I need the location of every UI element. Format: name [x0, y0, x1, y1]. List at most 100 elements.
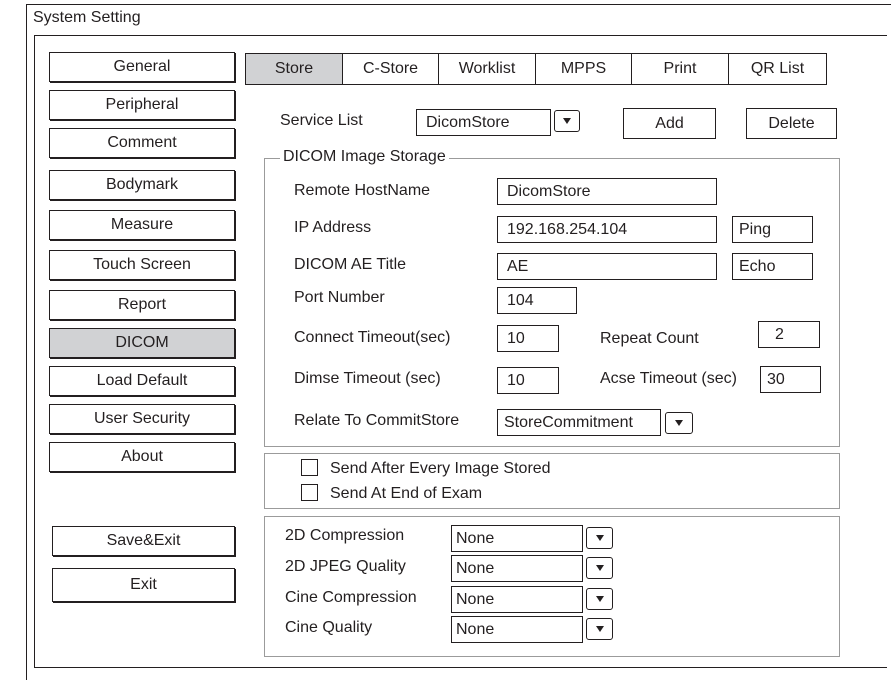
service-list-dropdown-button[interactable]: [554, 110, 580, 132]
relate-commitstore-dropdown-button[interactable]: [665, 412, 693, 434]
send-at-end-of-exam-label: Send At End of Exam: [330, 485, 483, 502]
sidebar-item-about[interactable]: About: [49, 442, 235, 472]
tab-label: Store: [274, 60, 314, 77]
chevron-down-icon: [595, 535, 604, 541]
save-exit-button[interactable]: Save&Exit: [52, 526, 235, 556]
tab-mpps[interactable]: MPPS: [535, 53, 632, 85]
compression-2d-dropdown-button[interactable]: [586, 527, 613, 549]
service-list-select[interactable]: DicomStore: [416, 109, 551, 136]
ip-address-field[interactable]: 192.168.254.104: [497, 216, 717, 243]
tab-print[interactable]: Print: [631, 53, 729, 85]
sidebar-item-label: Peripheral: [105, 96, 179, 113]
repeat-count-field[interactable]: 2: [758, 321, 820, 348]
chevron-down-icon: [675, 420, 683, 426]
dimse-timeout-field[interactable]: 10: [497, 367, 559, 394]
chevron-down-icon: [595, 565, 604, 571]
cine-compression-select[interactable]: None: [451, 586, 583, 613]
sidebar-item-label: Load Default: [96, 372, 188, 389]
window-title: System Setting: [33, 9, 141, 26]
save-exit-label: Save&Exit: [106, 532, 181, 549]
jpeg-quality-2d-dropdown-button[interactable]: [586, 557, 613, 579]
sidebar-item-general[interactable]: General: [49, 52, 235, 82]
tab-store[interactable]: Store: [245, 53, 343, 85]
cine-quality-select[interactable]: None: [451, 616, 583, 643]
jpeg-quality-2d-label: 2D JPEG Quality: [285, 558, 406, 575]
dicom-ae-title-field[interactable]: AE: [497, 253, 717, 280]
dicom-image-storage-title: DICOM Image Storage: [280, 148, 449, 166]
sidebar-item-report[interactable]: Report: [49, 290, 235, 320]
cine-quality-dropdown-button[interactable]: [586, 618, 613, 640]
sidebar-item-comment[interactable]: Comment: [49, 128, 235, 158]
connect-timeout-field[interactable]: 10: [497, 325, 559, 352]
cine-compression-value: None: [456, 590, 495, 608]
sidebar-item-label: Report: [117, 296, 167, 313]
sidebar-item-label: User Security: [93, 410, 191, 427]
acse-timeout-field[interactable]: 30: [760, 366, 821, 393]
service-list-value: DicomStore: [426, 113, 510, 131]
sidebar-item-label: Bodymark: [105, 176, 179, 193]
tab-label: Worklist: [458, 60, 516, 77]
exit-button[interactable]: Exit: [52, 568, 235, 602]
cine-quality-label: Cine Quality: [285, 619, 373, 636]
tab-label: MPPS: [560, 60, 607, 77]
send-after-every-image-label: Send After Every Image Stored: [330, 460, 551, 477]
connect-timeout-value: 10: [507, 329, 525, 347]
add-label: Add: [655, 114, 684, 132]
acse-timeout-label: Acse Timeout (sec): [600, 370, 737, 387]
sidebar-item-peripheral[interactable]: Peripheral: [49, 90, 235, 120]
tab-label: Print: [663, 60, 697, 77]
echo-button[interactable]: Echo: [732, 253, 813, 280]
sidebar-item-label: DICOM: [115, 334, 169, 351]
jpeg-quality-2d-select[interactable]: None: [451, 555, 583, 582]
ping-label: Ping: [739, 220, 772, 238]
remote-hostname-label: Remote HostName: [294, 182, 431, 199]
sidebar-item-label: About: [121, 448, 163, 465]
tab-label: C-Store: [362, 60, 419, 77]
sidebar-item-label: Touch Screen: [93, 256, 191, 273]
remote-hostname-value: DicomStore: [507, 182, 591, 200]
chevron-down-icon: [563, 118, 571, 124]
chevron-down-icon: [595, 626, 604, 632]
exit-label: Exit: [130, 576, 157, 593]
echo-label: Echo: [739, 257, 776, 275]
repeat-count-value: 2: [775, 325, 784, 343]
sidebar-item-label: General: [113, 58, 171, 75]
sidebar-item-bodymark[interactable]: Bodymark: [49, 170, 235, 200]
sidebar-item-user-security[interactable]: User Security: [49, 404, 235, 434]
acse-timeout-value: 30: [767, 370, 785, 388]
compression-2d-label: 2D Compression: [285, 527, 405, 544]
tab-c-store[interactable]: C-Store: [342, 53, 439, 85]
ping-button[interactable]: Ping: [732, 216, 813, 243]
add-button[interactable]: Add: [623, 108, 716, 139]
delete-button[interactable]: Delete: [746, 108, 837, 139]
compression-2d-select[interactable]: None: [451, 525, 583, 552]
cine-compression-dropdown-button[interactable]: [586, 588, 613, 610]
delete-label: Delete: [768, 114, 815, 132]
sidebar-item-touch-screen[interactable]: Touch Screen: [49, 250, 235, 280]
port-number-field[interactable]: 104: [497, 287, 577, 314]
service-list-label: Service List: [280, 112, 363, 129]
connect-timeout-label: Connect Timeout(sec): [294, 329, 451, 346]
chevron-down-icon: [595, 596, 604, 602]
port-number-label: Port Number: [294, 289, 385, 306]
sidebar-item-dicom[interactable]: DICOM: [49, 328, 235, 358]
send-at-end-of-exam-checkbox[interactable]: [301, 484, 318, 501]
sidebar-item-measure[interactable]: Measure: [49, 210, 235, 240]
port-number-value: 104: [507, 291, 534, 309]
jpeg-quality-2d-value: None: [456, 559, 495, 577]
relate-commitstore-select[interactable]: StoreCommitment: [497, 409, 661, 436]
dimse-timeout-label: Dimse Timeout (sec): [294, 370, 441, 387]
tab-qr-list[interactable]: QR List: [728, 53, 827, 85]
sidebar-item-label: Measure: [110, 216, 174, 233]
dicom-ae-title-value: AE: [507, 257, 529, 275]
relate-commitstore-label: Relate To CommitStore: [294, 412, 460, 429]
remote-hostname-field[interactable]: DicomStore: [497, 178, 717, 205]
tab-label: QR List: [750, 60, 805, 77]
tab-worklist[interactable]: Worklist: [438, 53, 536, 85]
sidebar-item-label: Comment: [107, 134, 177, 151]
cine-compression-label: Cine Compression: [285, 589, 417, 606]
sidebar-item-load-default[interactable]: Load Default: [49, 366, 235, 396]
cine-quality-value: None: [456, 620, 495, 638]
send-after-every-image-checkbox[interactable]: [301, 459, 318, 476]
ip-address-label: IP Address: [294, 219, 372, 236]
